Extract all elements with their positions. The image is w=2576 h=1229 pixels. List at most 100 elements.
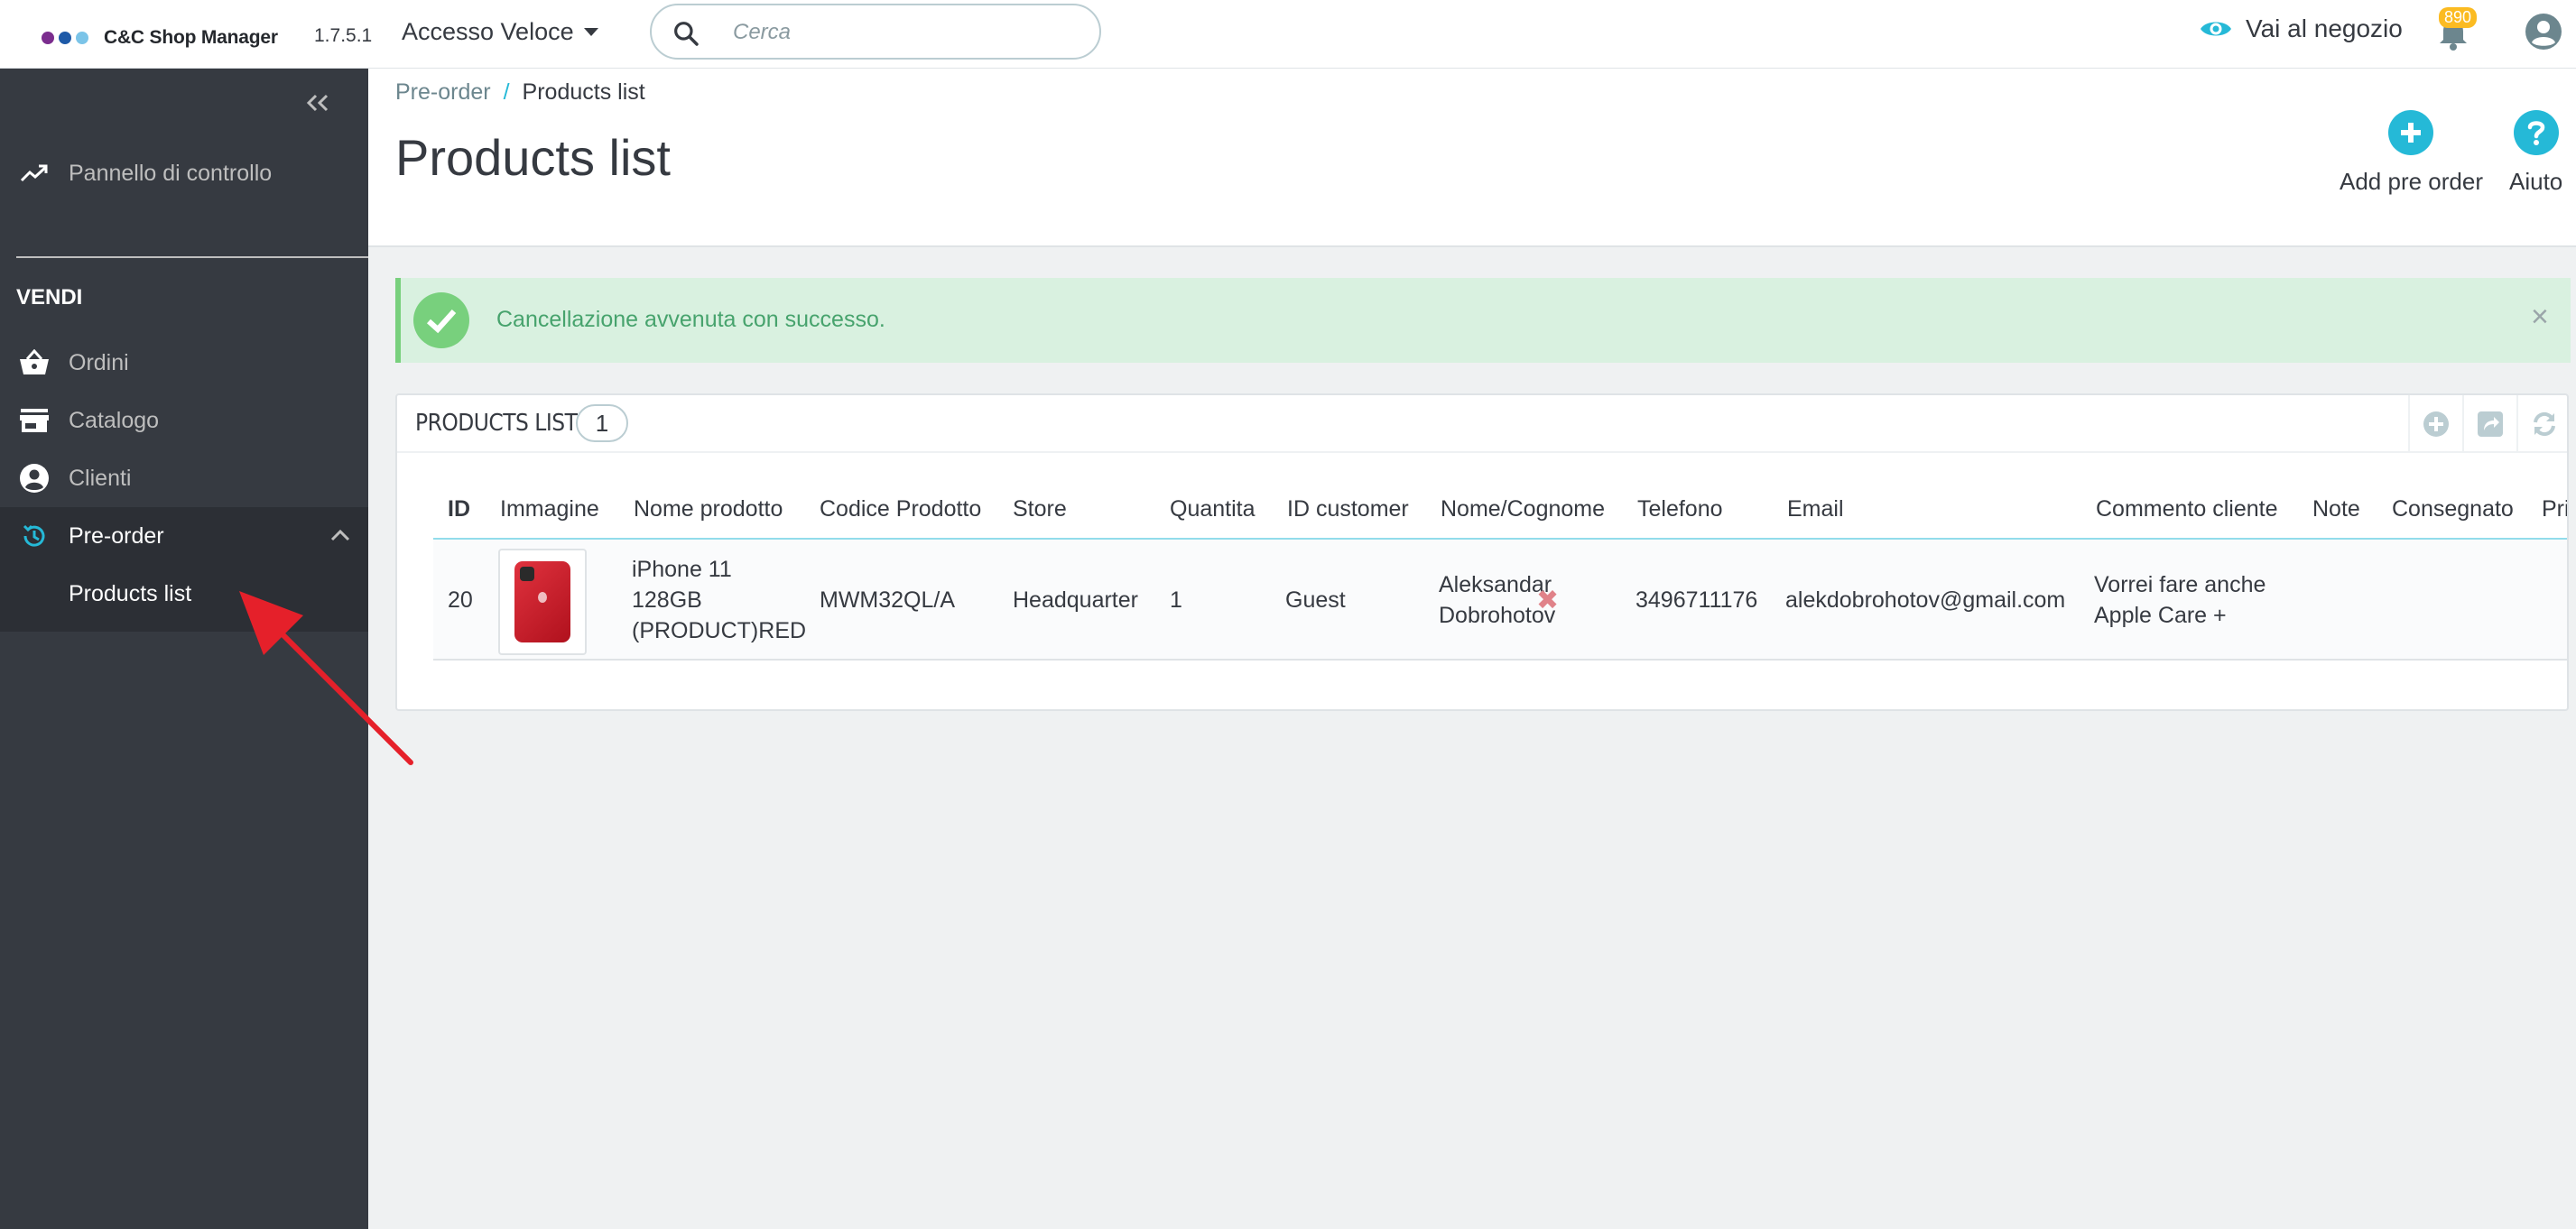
help-button[interactable]: Aiuto <box>2509 110 2562 196</box>
cell-name-surname-line1: Aleksandar <box>1439 572 1552 597</box>
chevron-up-icon <box>330 529 350 541</box>
search-icon[interactable] <box>672 19 700 48</box>
column-header-commento-cliente[interactable]: Commento cliente <box>2096 496 2277 522</box>
panel-title: PRODUCTS LIST <box>415 410 578 437</box>
view-shop-link[interactable]: Vai al negozio <box>2199 14 2403 43</box>
add-pre-order-button[interactable]: Add pre order <box>2340 110 2483 196</box>
version-label: 1.7.5.1 <box>314 25 373 46</box>
cell-product-name-line1: iPhone 11 <box>632 557 732 582</box>
column-header-telefono[interactable]: Telefono <box>1637 496 1723 522</box>
quick-access-dropdown[interactable]: Accesso Veloce <box>402 18 598 46</box>
column-header-immagine[interactable]: Immagine <box>500 496 599 522</box>
sidebar-item-clienti[interactable]: Clienti <box>0 449 368 507</box>
quick-access-label: Accesso Veloce <box>402 18 574 45</box>
close-alert-button[interactable]: × <box>2531 301 2549 332</box>
panel-count-badge: 1 <box>576 404 628 442</box>
cell-product-name-line2: 128GB <box>632 587 702 613</box>
notifications-badge: 890 <box>2439 7 2478 28</box>
column-header-store[interactable]: Store <box>1013 496 1067 522</box>
cell-quantity: 1 <box>1170 587 1182 613</box>
sidebar-divider <box>16 256 368 258</box>
view-shop-label: Vai al negozio <box>2246 14 2403 42</box>
caret-down-icon <box>583 28 598 36</box>
cell-id: 20 <box>448 587 473 613</box>
cell-product-code: MWM32QL/A <box>820 587 956 613</box>
column-header-nome-cognome[interactable]: Nome/Cognome <box>1441 496 1605 522</box>
column-header-id-customer[interactable]: ID customer <box>1287 496 1409 522</box>
not-delivered-icon[interactable]: ✖ <box>1536 585 1559 616</box>
check-circle-icon <box>413 292 469 348</box>
logo-dot-purple <box>42 32 54 44</box>
panel-toolbar <box>2408 395 2567 453</box>
column-header-note[interactable]: Note <box>2312 496 2360 522</box>
cell-customer-id: Guest <box>1285 587 1346 613</box>
cell-email: alekdobrohotov@gmail.com <box>1785 587 2066 613</box>
breadcrumb-current: Products list <box>522 79 645 105</box>
sidebar-item-label: Pannello di controllo <box>69 160 273 186</box>
add-circle-icon <box>2423 411 2449 437</box>
sidebar-item-label: Ordini <box>69 349 129 375</box>
product-image[interactable] <box>498 549 587 655</box>
success-alert: Cancellazione avvenuta con successo. × <box>395 278 2571 363</box>
export-icon <box>2478 411 2503 437</box>
sidebar-item-dashboard[interactable]: Pannello di controllo <box>0 144 368 202</box>
sidebar-item-ordini[interactable]: Ordini <box>0 334 368 392</box>
panel-header: PRODUCTS LIST 1 <box>397 395 2567 453</box>
apple-logo-shape <box>538 592 547 603</box>
shop-logo[interactable]: C&C Shop Manager <box>42 27 278 49</box>
camera-shape <box>520 567 534 581</box>
sidebar-item-label: Clienti <box>69 465 132 491</box>
cell-product-name-line3: (PRODUCT)RED <box>632 618 807 643</box>
sidebar-item-pre-order[interactable]: Pre-order <box>0 507 368 565</box>
history-icon <box>18 520 51 552</box>
double-chevron-left-icon <box>306 94 329 112</box>
notifications-button[interactable]: 890 <box>2435 7 2478 57</box>
search-input[interactable] <box>733 18 1076 47</box>
account-circle-icon <box>18 462 51 494</box>
help-circle-icon <box>2513 110 2559 155</box>
sidebar-item-label: Pre-order <box>69 522 164 549</box>
column-header-email[interactable]: Email <box>1787 496 1844 522</box>
brand-name: C&C Shop Manager <box>104 27 278 48</box>
logo-dot-lightblue <box>76 32 88 44</box>
export-tool[interactable] <box>2464 395 2518 453</box>
help-label: Aiuto <box>2509 168 2563 195</box>
add-circle-icon <box>2388 110 2434 155</box>
alert-message: Cancellazione avvenuta con successo. <box>496 307 885 332</box>
column-header-id[interactable]: ID <box>448 496 470 522</box>
top-header: C&C Shop Manager 1.7.5.1 Accesso Veloce … <box>0 0 2576 69</box>
collapse-sidebar-button[interactable] <box>303 90 332 120</box>
cell-comment-line1: Vorrei fare anche <box>2094 572 2266 597</box>
cell-comment-line2: Apple Care + <box>2094 603 2227 628</box>
column-header-quantita[interactable]: Quantita <box>1170 496 1256 522</box>
column-header-consegnato[interactable]: Consegnato <box>2392 496 2514 522</box>
table-row-divider <box>433 659 2567 661</box>
column-header-priority[interactable]: Prir <box>2542 496 2567 522</box>
store-icon <box>18 404 51 437</box>
basket-icon <box>18 347 51 379</box>
iphone-image <box>514 561 570 642</box>
search-box[interactable] <box>650 4 1101 60</box>
sidebar-item-label: Catalogo <box>69 407 160 433</box>
products-list-panel: PRODUCTS LIST 1 ID Immagine Nome prodott… <box>395 393 2569 711</box>
sidebar-section-title: VENDI <box>16 285 83 310</box>
column-header-nome-prodotto[interactable]: Nome prodotto <box>634 496 783 522</box>
breadcrumb-separator: / <box>503 79 510 105</box>
account-icon <box>2525 14 2562 50</box>
cell-phone: 3496711176 <box>1635 587 1758 613</box>
breadcrumb: Pre-order / Products list <box>395 79 645 106</box>
cell-store: Headquarter <box>1013 587 1138 613</box>
column-header-codice-prodotto[interactable]: Codice Prodotto <box>820 496 981 522</box>
trending-up-icon <box>18 157 51 189</box>
sidebar-item-catalogo[interactable]: Catalogo <box>0 392 368 449</box>
eye-icon <box>2201 22 2231 36</box>
add-new-tool[interactable] <box>2410 395 2464 453</box>
page-title: Products list <box>395 129 671 186</box>
breadcrumb-parent[interactable]: Pre-order <box>395 79 491 106</box>
profile-button[interactable] <box>2525 13 2562 55</box>
add-pre-order-label: Add pre order <box>2340 168 2483 195</box>
page-header: Pre-order / Products list Products list … <box>368 69 2576 247</box>
logo-dot-blue <box>59 32 71 44</box>
refresh-icon <box>2534 411 2555 437</box>
refresh-tool[interactable] <box>2518 395 2567 453</box>
